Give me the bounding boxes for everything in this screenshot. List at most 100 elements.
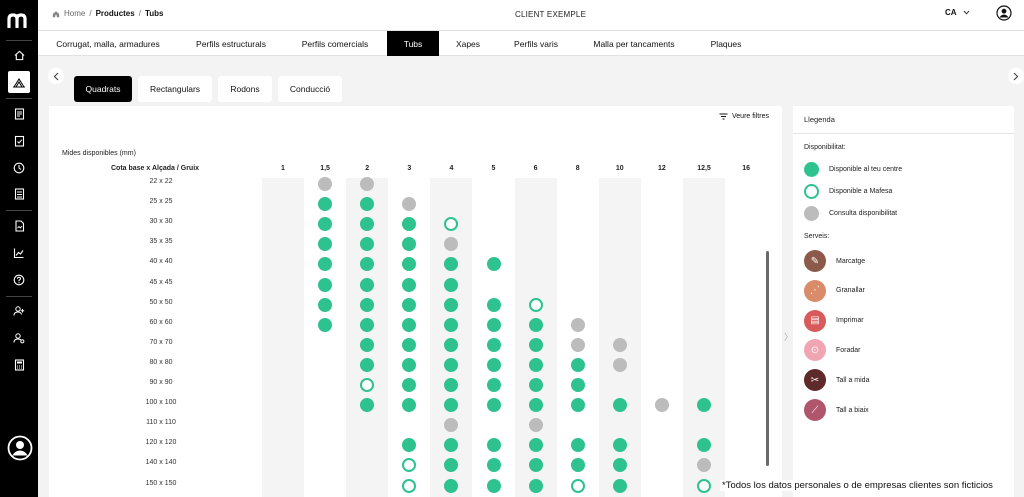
available-local-dot[interactable] [402,398,417,413]
available-local-dot[interactable] [486,297,501,312]
available-local-dot[interactable] [444,478,459,493]
home-breadcrumb-icon[interactable] [52,10,60,18]
available-local-dot[interactable] [612,478,627,493]
scroll-left-button[interactable] [48,68,64,84]
collapse-legend-icon[interactable]: 〉 [784,330,793,343]
available-local-dot[interactable] [697,398,711,413]
available-local-dot[interactable] [528,357,543,372]
available-mafesa-dot[interactable] [570,478,585,493]
tab-tubs[interactable]: Tubs [387,31,439,56]
subtab-rectangulars[interactable]: Rectangulars [138,76,212,102]
available-local-dot[interactable] [402,378,417,392]
available-local-dot[interactable] [528,317,543,332]
tab-malla-tancaments[interactable]: Malla per tancaments [578,31,690,56]
consult-availability-dot[interactable] [528,418,543,433]
available-mafesa-dot[interactable] [402,458,417,473]
available-local-dot[interactable] [570,378,585,392]
available-local-dot[interactable] [402,297,417,312]
clipboard-check-icon[interactable] [9,131,29,151]
orders-icon[interactable] [9,104,29,124]
tab-perfils-comercials[interactable]: Perfils comercials [290,31,380,56]
user-avatar-icon[interactable] [7,435,33,461]
available-local-dot[interactable] [528,337,543,352]
available-local-dot[interactable] [318,277,333,292]
subtab-conduccio[interactable]: Conducció [278,76,342,102]
available-local-dot[interactable] [402,237,417,252]
available-local-dot[interactable] [402,337,417,352]
available-local-dot[interactable] [318,297,333,312]
available-local-dot[interactable] [528,378,543,392]
consult-availability-dot[interactable] [570,337,585,352]
available-local-dot[interactable] [612,438,627,453]
available-local-dot[interactable] [402,357,417,372]
available-local-dot[interactable] [444,277,459,292]
available-local-dot[interactable] [486,337,501,352]
available-local-dot[interactable] [318,257,333,272]
available-local-dot[interactable] [570,458,585,473]
available-local-dot[interactable] [486,458,501,473]
available-mafesa-dot[interactable] [528,297,543,312]
home-icon[interactable] [9,45,29,65]
tab-plaques[interactable]: Plaques [698,31,754,56]
available-local-dot[interactable] [360,317,375,332]
available-local-dot[interactable] [570,357,585,372]
user-settings-icon[interactable] [9,328,29,348]
available-local-dot[interactable] [360,277,375,292]
table-scrollbar[interactable] [766,251,769,466]
available-local-dot[interactable] [486,317,501,332]
consult-availability-dot[interactable] [570,317,585,332]
tab-corrugat[interactable]: Corrugat, malla, armadures [46,31,170,56]
tab-perfils-estructurals[interactable]: Perfils estructurals [183,31,279,56]
available-local-dot[interactable] [444,317,459,332]
consult-availability-dot[interactable] [402,197,417,212]
breadcrumb-home[interactable]: Home [64,9,85,18]
consult-availability-dot[interactable] [654,398,669,413]
available-local-dot[interactable] [486,438,501,453]
mafesa-logo[interactable] [7,12,31,28]
available-local-dot[interactable] [318,217,333,232]
available-local-dot[interactable] [486,378,501,392]
consult-availability-dot[interactable] [318,177,333,191]
subtab-quadrats[interactable]: Quadrats [74,76,132,102]
chart-icon[interactable] [9,243,29,263]
available-local-dot[interactable] [318,197,333,212]
tab-perfils-varis[interactable]: Perfils varis [503,31,569,56]
add-user-icon[interactable] [9,301,29,321]
available-mafesa-dot[interactable] [402,478,417,493]
available-local-dot[interactable] [486,398,501,413]
available-mafesa-dot[interactable] [697,478,711,493]
available-local-dot[interactable] [444,297,459,312]
tab-xapes[interactable]: Xapes [443,31,493,56]
available-local-dot[interactable] [402,257,417,272]
consult-availability-dot[interactable] [612,337,627,352]
breadcrumb-section[interactable]: Productes [96,9,135,18]
consult-availability-dot[interactable] [612,357,627,372]
available-local-dot[interactable] [318,237,333,252]
filters-button[interactable]: Veure filtres [719,113,769,120]
available-local-dot[interactable] [402,438,417,453]
available-local-dot[interactable] [402,317,417,332]
available-local-dot[interactable] [402,217,417,232]
user-account-icon[interactable] [996,5,1012,21]
available-local-dot[interactable] [612,398,627,413]
available-local-dot[interactable] [360,337,375,352]
available-local-dot[interactable] [528,458,543,473]
available-local-dot[interactable] [360,357,375,372]
calculator-icon[interactable] [9,355,29,375]
available-local-dot[interactable] [486,478,501,493]
available-local-dot[interactable] [528,398,543,413]
available-local-dot[interactable] [318,317,333,332]
available-local-dot[interactable] [402,277,417,292]
clock-icon[interactable] [9,158,29,178]
available-local-dot[interactable] [528,478,543,493]
available-local-dot[interactable] [570,398,585,413]
help-icon[interactable] [9,270,29,290]
available-local-dot[interactable] [360,297,375,312]
language-selector[interactable]: CA [945,8,970,17]
invoice-icon[interactable] [9,216,29,236]
available-local-dot[interactable] [486,357,501,372]
products-icon[interactable] [8,71,30,93]
available-local-dot[interactable] [486,257,501,272]
available-local-dot[interactable] [570,438,585,453]
scroll-right-button[interactable] [1008,68,1024,84]
